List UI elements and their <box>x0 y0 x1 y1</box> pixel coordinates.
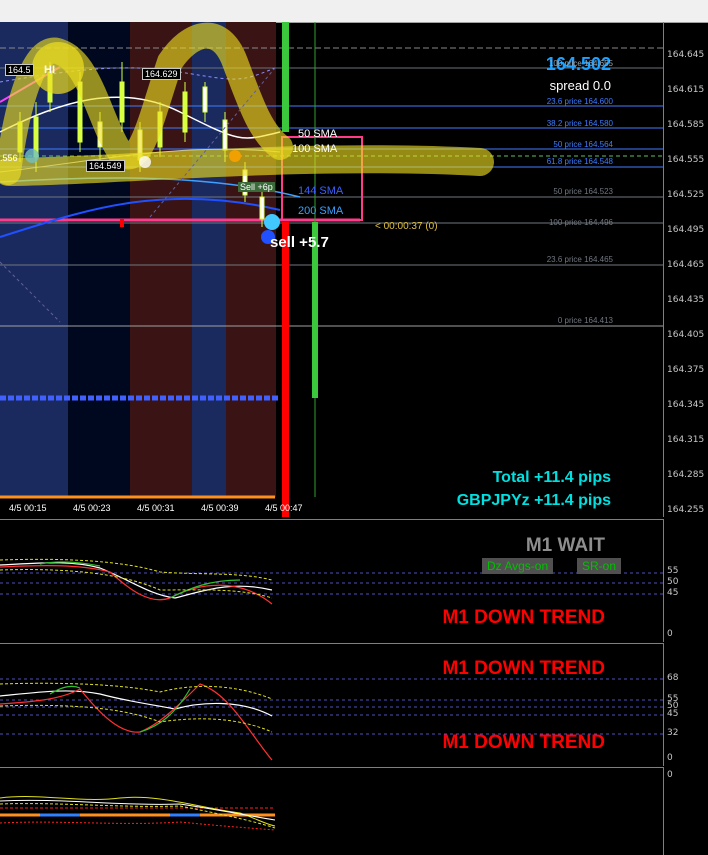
symbol-pips: GBPJPYz +11.4 pips <box>456 492 611 509</box>
total-pips: Total +11.4 pips <box>492 469 611 486</box>
fib-level-label: 61.8 price 164.548 <box>546 157 613 166</box>
indicator-1-level: 55 <box>667 566 679 576</box>
time-axis-label: 4/5 00:47 <box>265 503 303 513</box>
fib-level-label: 50 price 164.523 <box>553 187 613 196</box>
price-axis-label: 164.345 <box>667 400 705 410</box>
price-axis-label: 164.645 <box>667 50 705 60</box>
high-marker: HI <box>44 64 55 76</box>
price-axis-label: 164.315 <box>667 435 705 445</box>
fib-level-label: 100 price 164.496 <box>548 218 613 227</box>
price-axis-label: 164.585 <box>667 120 705 130</box>
price-axis-label: 164.375 <box>667 365 705 375</box>
price-axis-label: 164.555 <box>667 155 705 165</box>
price-axis-label: 164.615 <box>667 85 705 95</box>
bar-countdown: < 00:00:37 (0) <box>375 221 438 232</box>
price-axis-label: 164.285 <box>667 470 705 480</box>
indicator-1-level: 0 <box>667 629 673 639</box>
indicator-2-level: 0 <box>667 753 673 763</box>
price-axis-label: 164.495 <box>667 225 705 235</box>
main-chart-pane[interactable]: 164.502 spread 0.0 100 price 164.655 23.… <box>0 22 664 517</box>
price-axis-label: 164.435 <box>667 295 705 305</box>
sell-position-label[interactable]: sell +5.7 <box>270 234 329 251</box>
sma-label: 50 SMA <box>298 128 338 140</box>
indicator-pane-1[interactable]: M1 WAIT Dz Avgs-on SR-on M1 DOWN TREND <box>0 519 664 642</box>
time-axis-label: 4/5 00:23 <box>73 503 111 513</box>
fib-level-label: 0 price 164.413 <box>557 316 613 325</box>
indicator-pane-2[interactable]: M1 DOWN TREND M1 DOWN TREND <box>0 643 664 766</box>
indicator-2-level: 68 <box>667 673 679 683</box>
sell-signal-tag: Sell +6p <box>238 182 275 192</box>
dz-avgs-button[interactable]: Dz Avgs-on <box>482 558 554 574</box>
indicator-pane-3[interactable] <box>0 767 664 855</box>
indicator-1-level: 45 <box>667 588 679 598</box>
price-axis-label: 164.525 <box>667 190 705 200</box>
spread-display: spread 0.0 <box>549 78 611 93</box>
indicator-2-level: 45 <box>667 709 679 719</box>
price-axis-label: 164.465 <box>667 260 705 270</box>
fib-level-label: 50 price 164.564 <box>553 140 613 149</box>
indicator-2-level: 32 <box>667 728 679 738</box>
sma-label: 144 SMA <box>298 185 344 197</box>
indicator-1-level: 50 <box>667 577 679 587</box>
fib-level-label: 23.6 price 164.465 <box>546 255 613 264</box>
fib-level-label: 100 price 164.655 <box>548 59 613 68</box>
m1-trend-status-bottom: M1 DOWN TREND <box>442 732 605 753</box>
time-axis-label: 4/5 00:15 <box>9 503 47 513</box>
price-tag: 164.5 <box>5 64 34 76</box>
time-axis-label: 4/5 00:39 <box>201 503 239 513</box>
fib-level-label: 23.6 price 164.600 <box>546 97 613 106</box>
price-tag: 164.629 <box>142 68 181 80</box>
indicator-3-level: 0 <box>667 770 673 780</box>
sma-label: 200 SMA <box>298 205 344 217</box>
fib-level-label: 38.2 price 164.580 <box>546 119 613 128</box>
price-tag: .556 <box>0 153 18 163</box>
indicator-3-canvas <box>0 796 276 831</box>
time-axis-label: 4/5 00:31 <box>137 503 175 513</box>
sma-label: 100 SMA <box>292 143 338 155</box>
sr-button[interactable]: SR-on <box>577 558 622 574</box>
price-axis-label: 164.255 <box>667 505 705 515</box>
m1-trend-status-top: M1 DOWN TREND <box>442 658 605 679</box>
price-axis-label: 164.405 <box>667 330 705 340</box>
window-top-bar <box>0 0 708 23</box>
current-price-axis-tag: 164.502 <box>667 216 705 226</box>
price-tag: 164.549 <box>86 160 125 172</box>
m1-trend-status: M1 DOWN TREND <box>442 607 605 628</box>
m1-wait-status: M1 WAIT <box>525 535 605 556</box>
